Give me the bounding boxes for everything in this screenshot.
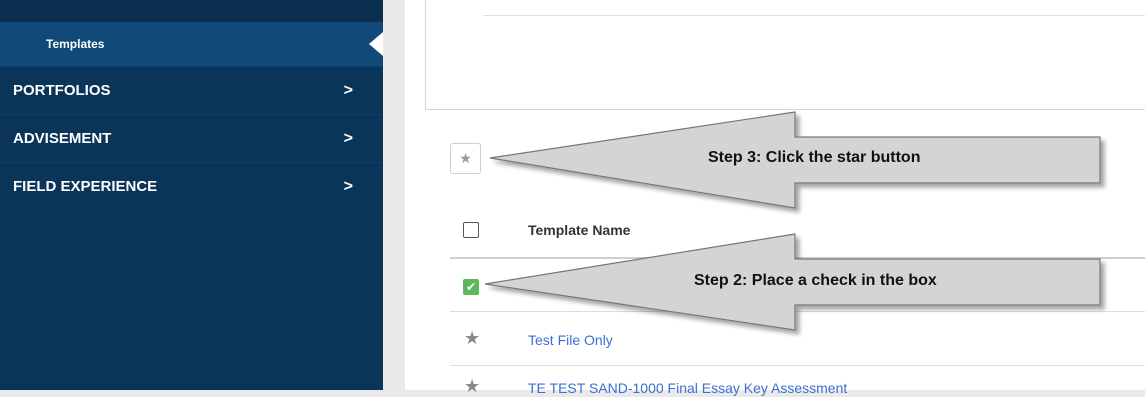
- callout-arrows: [484, 111, 1101, 331]
- step2-callout-text: Step 2: Place a check in the box: [694, 272, 937, 289]
- step3-callout-text: Step 3: Click the star button: [708, 149, 921, 166]
